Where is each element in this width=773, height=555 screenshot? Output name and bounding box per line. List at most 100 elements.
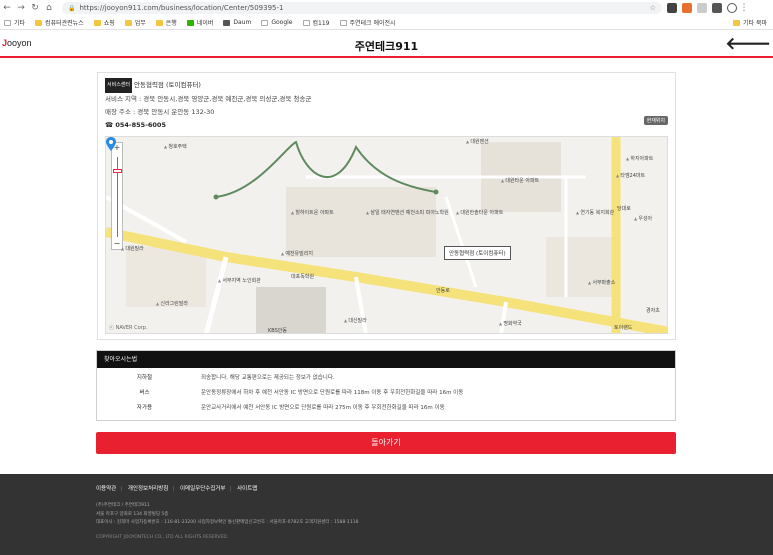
service-area: 서비스 지역 : 경북 안동시,경북 영양군,경북 예천군,경북 의성군,경북 … <box>105 95 312 103</box>
google-icon <box>261 19 269 26</box>
footer-copyright: COPYRIGHT JOOYONTECH CO., LTD ALL RIGHTS… <box>96 535 229 540</box>
footer-link-privacy[interactable]: 개인정보처리방침 <box>128 486 168 492</box>
footer-links: 이용약관 | 개인정보처리방침 | 이메일무단수집거부 | 사이트맵 <box>96 486 258 492</box>
bookmark-item[interactable]: 네이버 <box>186 18 213 27</box>
forward-nav-icon[interactable]: → <box>14 3 28 13</box>
map-label: 대포독학원 <box>291 274 315 280</box>
store-name: 안동협력점 (토이컴퓨터) <box>134 81 201 89</box>
folder-icon <box>124 19 132 26</box>
apps-icon <box>4 19 11 26</box>
directions-label: 버스 <box>139 390 150 396</box>
store-phone[interactable]: 054-855-6005 <box>115 121 166 129</box>
zoom-slider-handle[interactable] <box>113 169 122 173</box>
folder-icon <box>35 19 43 26</box>
map-label: 청호주택 <box>164 143 186 150</box>
map-label: 서부파출소 <box>588 279 615 286</box>
store-address: 매장 주소 : 경북 안동시 운안동 132-30 <box>105 108 215 116</box>
bookmark-item[interactable]: 은행 <box>155 18 177 27</box>
directions-value: 죄송합니다. 해당 교통편으로는 제공되는 정보가 없습니다. <box>201 375 335 381</box>
go-back-button[interactable]: 돌아가기 <box>96 432 676 454</box>
map-label: 연기동 복지회관 <box>576 209 614 216</box>
home-icon[interactable]: ⌂ <box>42 3 56 13</box>
map-label: 서부지역 노인회관 <box>218 277 260 284</box>
store-map-callout[interactable]: 안동협력점 (토이컴퓨터) <box>444 246 511 260</box>
map-zoom-control[interactable]: + − <box>111 142 123 250</box>
store-info-text: 서비스센터 안동협력점 (토이컴퓨터) 서비스 지역 : 경북 안동시,경북 영양… <box>105 78 311 132</box>
bookmark-item[interactable]: 컴119 <box>302 18 330 27</box>
directions-row: 자가용 운안교사거리에서 예천 서안동 IC 방면으로 단원로를 따라 275m… <box>97 401 675 416</box>
directions-section: 찾아오시는법 지하철 죄송합니다. 해당 교통편으로는 제공되는 정보가 없습니… <box>96 350 676 421</box>
directions-label: 지하철 <box>136 375 153 381</box>
profile-icon[interactable] <box>727 3 737 13</box>
bookmark-item[interactable]: 쇼핑 <box>93 18 115 27</box>
address-bar[interactable]: 🔒 https://jooyon911.com/business/locatio… <box>62 2 662 14</box>
directions-title: 찾아오시는법 <box>97 351 675 368</box>
folder-icon <box>93 19 101 26</box>
lock-icon: 🔒 <box>68 4 76 12</box>
footer-company-info: (주)주연테크 / 주연테크911 서울 마포구 양화로 134 회영빌딩 5층… <box>96 503 359 525</box>
site-footer: 이용약관 | 개인정보처리방침 | 이메일무단수집거부 | 사이트맵 (주)주연테크 … <box>0 474 773 555</box>
location-map[interactable]: + − 청호주택 대원맨션 대원타운 아파트 하지아파트 타엠24마트 힐하이트… <box>105 136 668 334</box>
map-label: 삼일 태자연맨션 예천소피 피아노학원 <box>366 209 448 216</box>
bookmark-star-icon[interactable]: ☆ <box>650 4 656 12</box>
bookmark-item-other[interactable]: 기타 북마 <box>733 18 767 27</box>
directions-value: 운안동정류장에서 하차 후 예천 서안동 IC 방면으로 단원로를 따라 118… <box>201 390 464 396</box>
bookmark-item[interactable]: 업무 <box>124 18 146 27</box>
map-label: 힐하이트운 아파트 <box>291 209 333 216</box>
bookmark-item[interactable]: Daum <box>223 19 251 26</box>
footer-link-email-policy[interactable]: 이메일무단수집거부 <box>180 486 226 492</box>
footer-link-terms[interactable]: 이용약관 <box>96 486 116 492</box>
browser-toolbar: ← → ↻ ⌂ 🔒 https://jooyon911.com/business… <box>0 0 773 16</box>
bookmark-item[interactable]: 기타 <box>4 18 25 27</box>
map-label: 대원빌라 <box>121 245 143 252</box>
reload-icon[interactable]: ↻ <box>28 3 42 13</box>
map-label: 신라그린빌라 <box>156 300 188 307</box>
extension-icon[interactable] <box>667 3 677 13</box>
bookmark-item[interactable]: 주연테크 에이전시 <box>339 18 396 27</box>
map-roads <box>106 137 667 333</box>
map-label: 대원맨션 <box>466 138 488 145</box>
folder-icon <box>155 19 163 26</box>
map-label: 예천유빌리지 <box>281 250 313 257</box>
directions-label: 자가용 <box>136 405 153 411</box>
page-icon <box>339 19 347 26</box>
map-pin-icon[interactable] <box>106 137 116 151</box>
address-bar-url: https://jooyon911.com/business/location/… <box>79 4 284 12</box>
store-title-line: 서비스센터 안동협력점 (토이컴퓨터) <box>105 78 311 93</box>
bookmark-item[interactable]: Google <box>261 19 293 26</box>
extension-icon[interactable] <box>682 3 692 13</box>
page-icon <box>302 19 310 26</box>
map-label: 대신빌라 <box>344 317 366 324</box>
phone-icon: ☎ <box>105 121 116 129</box>
map-label: 안동로 <box>436 288 450 294</box>
map-label: 명화약국 <box>499 320 521 327</box>
map-label: 경자초 <box>646 308 660 314</box>
back-nav-icon[interactable]: ← <box>0 3 14 13</box>
map-label: 하지아파트 <box>626 155 653 162</box>
map-label: 타엠24마트 <box>616 172 645 179</box>
back-arrow-icon[interactable]: 🡐 <box>725 34 771 54</box>
page-title: 주연테크911 <box>354 40 419 53</box>
footer-link-sitemap[interactable]: 사이트맵 <box>237 486 257 492</box>
map-label: 대원타운 아파트 <box>501 177 539 184</box>
map-label: KBS안동 <box>268 328 287 334</box>
menu-icon[interactable]: ⋮ <box>737 3 751 13</box>
site-header: Jooyon 주연테크911 🡐 <box>0 31 773 58</box>
bookmark-item[interactable]: 컴퓨터관련뉴스 <box>35 18 84 27</box>
current-location-button[interactable]: 현재위치 <box>643 116 668 125</box>
map-copyright: ⓒ NAVER Corp. <box>109 325 148 331</box>
map-label: 당대로 <box>617 206 631 212</box>
extension-icon[interactable] <box>697 3 707 13</box>
directions-row: 버스 운안동정류장에서 하차 후 예천 서안동 IC 방면으로 단원로를 따라 … <box>97 386 675 401</box>
service-center-badge: 서비스센터 <box>105 78 133 93</box>
directions-value: 운안교사거리에서 예천 서안동 IC 방면으로 단원로를 따라 275m 이동 … <box>201 405 445 411</box>
store-info-card: 서비스센터 안동협력점 (토이컴퓨터) 서비스 지역 : 경북 안동시,경북 영양… <box>97 72 676 340</box>
folder-icon <box>733 19 740 26</box>
naver-icon <box>186 19 194 26</box>
daum-icon <box>223 19 231 26</box>
directions-row: 지하철 죄송합니다. 해당 교통편으로는 제공되는 정보가 없습니다. <box>97 371 675 386</box>
map-label: 토이랜드 <box>614 325 633 331</box>
map-label: 우성아 <box>634 215 652 222</box>
store-phone-line: ☎ 054-855-6005 <box>105 119 311 132</box>
extension-icon[interactable] <box>712 3 722 13</box>
